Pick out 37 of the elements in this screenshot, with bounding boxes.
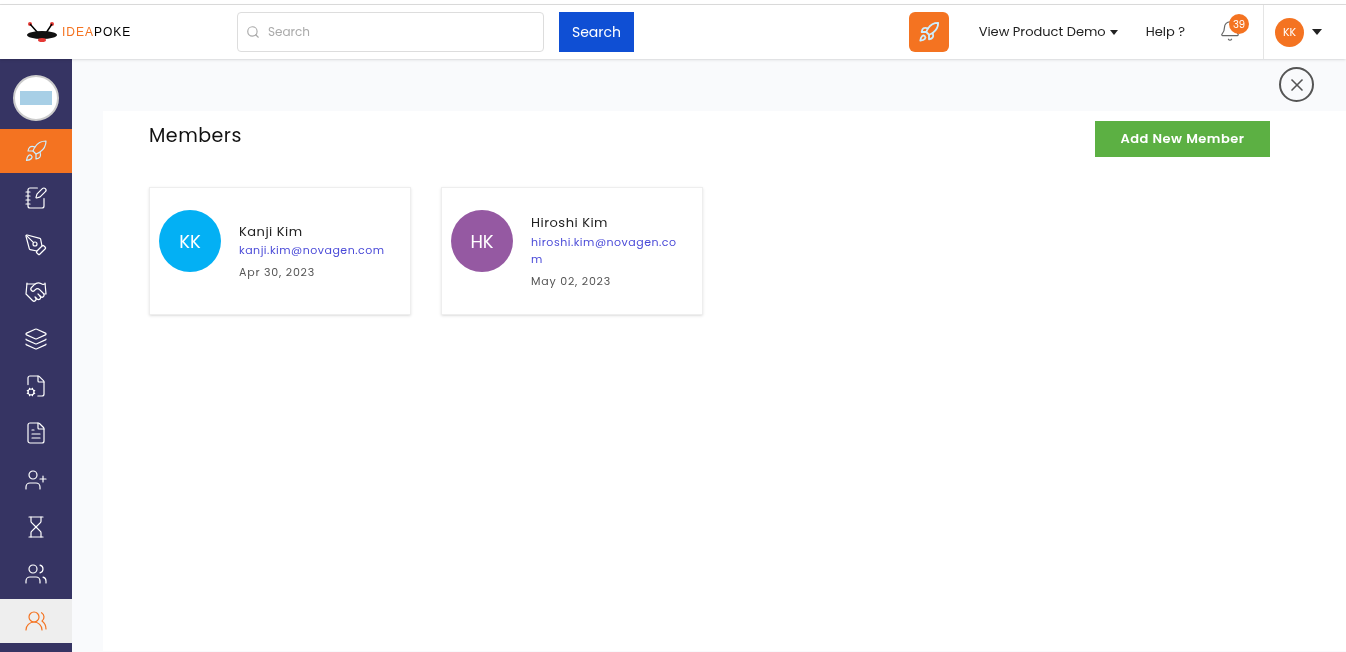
member-email[interactable]: hiroshi.kim@novagen.com <box>531 233 681 268</box>
document-icon <box>24 421 48 445</box>
document-gear-icon <box>24 374 48 398</box>
caret-icon[interactable] <box>1312 29 1322 35</box>
member-email[interactable]: kanji.kim@novagen.com <box>239 242 389 259</box>
close-button[interactable] <box>1279 67 1314 102</box>
logo[interactable]: IDEAPOKE <box>26 21 176 43</box>
logo-icon <box>26 21 58 43</box>
people-icon <box>24 609 48 633</box>
group-icon <box>24 562 48 586</box>
notification-badge: 39 <box>1229 14 1249 34</box>
caret-icon <box>1109 29 1118 35</box>
pen-icon <box>24 233 48 257</box>
member-card[interactable]: HK Hiroshi Kim hiroshi.kim@novagen.com May 02, 2023 <box>441 187 703 315</box>
launch-button[interactable] <box>908 12 949 52</box>
member-date: May 02, 2023 <box>531 272 613 289</box>
member-date: Apr 30, 2023 <box>239 264 317 281</box>
page-title: Members <box>149 122 242 151</box>
member-avatar: HK <box>451 210 513 272</box>
rocket-icon <box>917 21 940 43</box>
add-user-icon <box>24 468 48 492</box>
company-logo[interactable] <box>13 75 59 121</box>
notebook-icon <box>24 186 48 210</box>
member-avatar: KK <box>159 210 221 272</box>
layers-icon <box>24 327 48 351</box>
handshake-icon <box>24 280 48 304</box>
rocket-icon <box>24 139 48 163</box>
search-field[interactable]: Search <box>237 12 544 52</box>
product-demo-menu[interactable]: View Product Demo <box>978 22 1118 42</box>
search-icon <box>246 25 260 39</box>
logo-image <box>20 91 52 105</box>
member-name: Kanji Kim <box>239 221 304 241</box>
help-link[interactable]: Help ? <box>1145 22 1185 42</box>
search-button[interactable]: Search <box>559 12 634 52</box>
member-card[interactable]: KK Kanji Kim kanji.kim@novagen.com Apr 30, 2023 <box>149 187 411 315</box>
logo-text: IDEAPOKE <box>62 24 132 41</box>
member-name: Hiroshi Kim <box>531 213 609 233</box>
